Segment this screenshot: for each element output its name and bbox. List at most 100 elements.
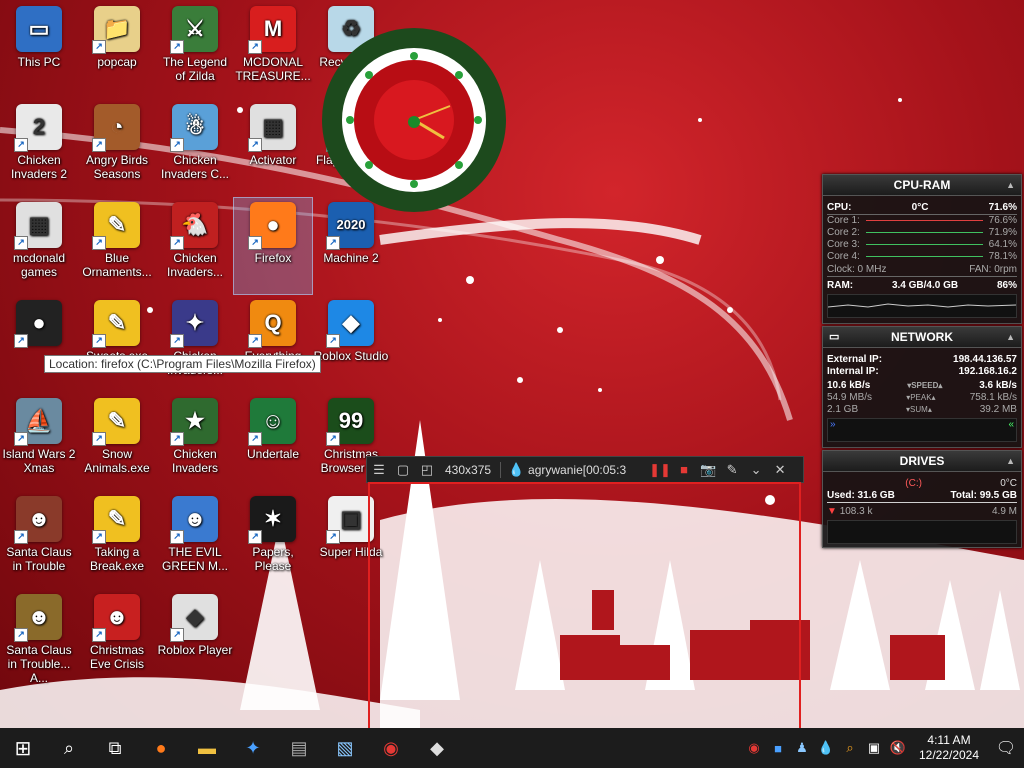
network-graph: » « [827, 418, 1017, 442]
shortcut-arrow-icon: ↗ [326, 236, 340, 250]
recorder-taskbar-icon[interactable]: ◉ [368, 728, 414, 768]
region-size: 430x375 [445, 462, 492, 477]
desktop-icon[interactable]: ✦↗Chicken Invaders... [156, 296, 234, 392]
wifi-tray-icon[interactable]: ▣ [862, 740, 886, 756]
app-icon: ● ↗ [14, 300, 62, 348]
system-tray: ◉ ■ ♟ 💧 ⌕ ▣ 🔇 4:11 AM 12/22/2024 🗨 [742, 728, 1024, 768]
device-icon[interactable]: ▤ [276, 728, 322, 768]
desktop-icon[interactable]: ✎ ↗ Snow Animals.exe [78, 394, 156, 490]
desktop-icon[interactable]: ◔ ↗ Angry Birds Seasons [78, 100, 156, 196]
desktop-icon[interactable]: 🐔 ↗ Chicken Invaders... [156, 198, 234, 294]
core-bar [865, 244, 983, 245]
desktop-icon[interactable]: ⚔ ↗ The Legend of Zilda [156, 2, 234, 98]
desktop-icon[interactable]: ✎ ↗ Blue Ornaments... [78, 198, 156, 294]
separator [500, 461, 502, 478]
windows-start-icon[interactable]: ⊞ [0, 728, 46, 768]
file-explorer-icon[interactable]: ▬ [184, 728, 230, 768]
desktop-icon[interactable]: ★ ↗ Chicken Invaders [156, 394, 234, 490]
desktop-icon[interactable]: 📁 ↗ popcap [78, 2, 156, 98]
shortcut-arrow-icon: ↗ [326, 334, 340, 348]
core-row: Core 4: 78.1% [823, 251, 1021, 263]
desktop-icon[interactable]: ☺ ↗ Undertale [234, 394, 312, 490]
desktop-icon-label: Roblox Player [157, 643, 233, 657]
shortcut-arrow-icon: ↗ [248, 236, 262, 250]
notifications-icon[interactable]: 🗨 [988, 738, 1024, 758]
desktop-icon[interactable]: ◆ ↗ Roblox Studio [312, 296, 390, 392]
clock-date: 12/22/2024 [918, 748, 980, 762]
shortcut-arrow-icon: ↗ [92, 334, 106, 348]
shortcut-arrow-icon: ↗ [170, 628, 184, 642]
app-icon: M ↗ [248, 6, 296, 54]
upload-arrow-icon: « [1008, 419, 1014, 430]
fan-readout: FAN: 0rpm [969, 264, 1017, 275]
desktop-icon-label: Chicken Invaders C... [160, 153, 230, 181]
location-tooltip: Location: firefox (C:\Program Files\Mozi… [44, 355, 321, 373]
desktop-icon[interactable]: 2 ↗ Chicken Invaders 2 [0, 100, 78, 196]
desktop-icon[interactable]: ☻ ↗ Santa Claus in Trouble... A... [0, 590, 78, 686]
peak-up: 758.1 kB/s [969, 392, 1017, 403]
desktop-icon[interactable]: ☻ ↗ Santa Claus in Trouble [0, 492, 78, 588]
desktop-icon-label: Santa Claus in Trouble [6, 545, 72, 573]
chevron-down-icon[interactable]: ⌄ [744, 462, 768, 478]
app-icon: ✎ ↗ [92, 300, 140, 348]
desktop-icon[interactable]: ☻ ↗ Christmas Eve Crisis [78, 590, 156, 686]
app-tray-icon[interactable]: ■ [766, 741, 790, 756]
desktop-icon[interactable]: ▭ This PC [0, 2, 78, 98]
download-arrow-icon: » [830, 419, 836, 430]
stop-button[interactable]: ■ [672, 462, 696, 477]
desktop-icon-label: Roblox Studio [313, 349, 389, 363]
desktop-icon[interactable]: ✎ ↗ Taking a Break.exe [78, 492, 156, 588]
desktop-icon[interactable]: ✶ ↗ Papers, Please [234, 492, 312, 588]
core-percent: 71.9% [988, 227, 1017, 238]
desktop-icon[interactable]: Q↗Everything [234, 296, 312, 392]
desktop-icon[interactable]: ⛵ ↗ Island Wars 2 Xmas [0, 394, 78, 490]
search-icon[interactable]: ⌕ [46, 728, 92, 768]
clock-time: 4:11 AM [927, 733, 971, 747]
region-icon[interactable]: ◰ [415, 462, 439, 478]
notes-icon[interactable]: ▧ [322, 728, 368, 768]
taskbar-clock[interactable]: 4:11 AM 12/22/2024 [910, 733, 988, 763]
camera-icon[interactable]: 📷 [696, 462, 720, 478]
collapse-icon[interactable]: ▲ [1006, 327, 1015, 347]
menu-icon[interactable]: ☰ [367, 462, 391, 478]
desktop-icon-label: popcap [97, 55, 137, 69]
christmas-clock-gadget[interactable] [316, 22, 512, 218]
record-tray-icon[interactable]: ◉ [742, 740, 766, 756]
desktop-icon[interactable]: ● ↗ Firefox [233, 197, 313, 295]
desktop-icon[interactable]: M ↗ MCDONAL TREASURE... [234, 2, 312, 98]
shortcut-arrow-icon: ↗ [92, 40, 106, 54]
collapse-icon[interactable]: ▲ [1006, 451, 1015, 471]
desktop-icon[interactable]: ● ↗ [0, 296, 78, 392]
pause-button[interactable]: ❚❚ [648, 462, 672, 478]
desktop-icon[interactable]: ▦ ↗ mcdonald games [0, 198, 78, 294]
shortcut-arrow-icon: ↗ [248, 138, 262, 152]
internal-ip-label: Internal IP: [827, 366, 879, 377]
volume-icon[interactable]: 🔇 [886, 740, 910, 756]
app-icon: ✎ ↗ [92, 398, 140, 446]
desktop-icon[interactable]: ☃ ↗ Chicken Invaders C... [156, 100, 234, 196]
network-tray-icon[interactable]: ♟ [790, 740, 814, 756]
ram-value: 3.4 GB/4.0 GB [891, 280, 959, 291]
ram-percent: 86% [996, 280, 1017, 291]
task-view-icon[interactable]: ⧉ [92, 728, 138, 768]
desktop-icon[interactable]: ◆ ↗ Roblox Player [156, 590, 234, 686]
close-icon[interactable]: ✕ [768, 462, 792, 478]
search-tray-icon[interactable]: ⌕ [838, 740, 862, 756]
pen-icon[interactable]: ✎ [720, 462, 744, 478]
fullscreen-icon[interactable]: ▢ [391, 462, 415, 478]
network-app-icon[interactable]: ✦ [230, 728, 276, 768]
drop-tray-icon[interactable]: 💧 [814, 740, 838, 756]
app-icon: ● ↗ [248, 202, 296, 250]
app-icon: 📁 ↗ [92, 6, 140, 54]
roblox-taskbar-icon[interactable]: ◆ [414, 728, 460, 768]
drive-used: Used: 31.6 GB [827, 490, 895, 501]
desktop-icon[interactable]: ▣ ↗ Super Hilda [312, 492, 390, 588]
desktop-icon[interactable]: ▦ ↗ Activator [234, 100, 312, 196]
app-icon: ◆ ↗ [170, 594, 218, 642]
desktop-icon[interactable]: ✎↗Sweets.exe [78, 296, 156, 392]
firefox-taskbar-icon[interactable]: ● [138, 728, 184, 768]
collapse-icon[interactable]: ▲ [1006, 175, 1015, 195]
core-label: Core 3: [827, 239, 860, 250]
app-icon: ▭ [16, 6, 62, 52]
desktop-icon[interactable]: ☻ ↗ THE EVIL GREEN M... [156, 492, 234, 588]
